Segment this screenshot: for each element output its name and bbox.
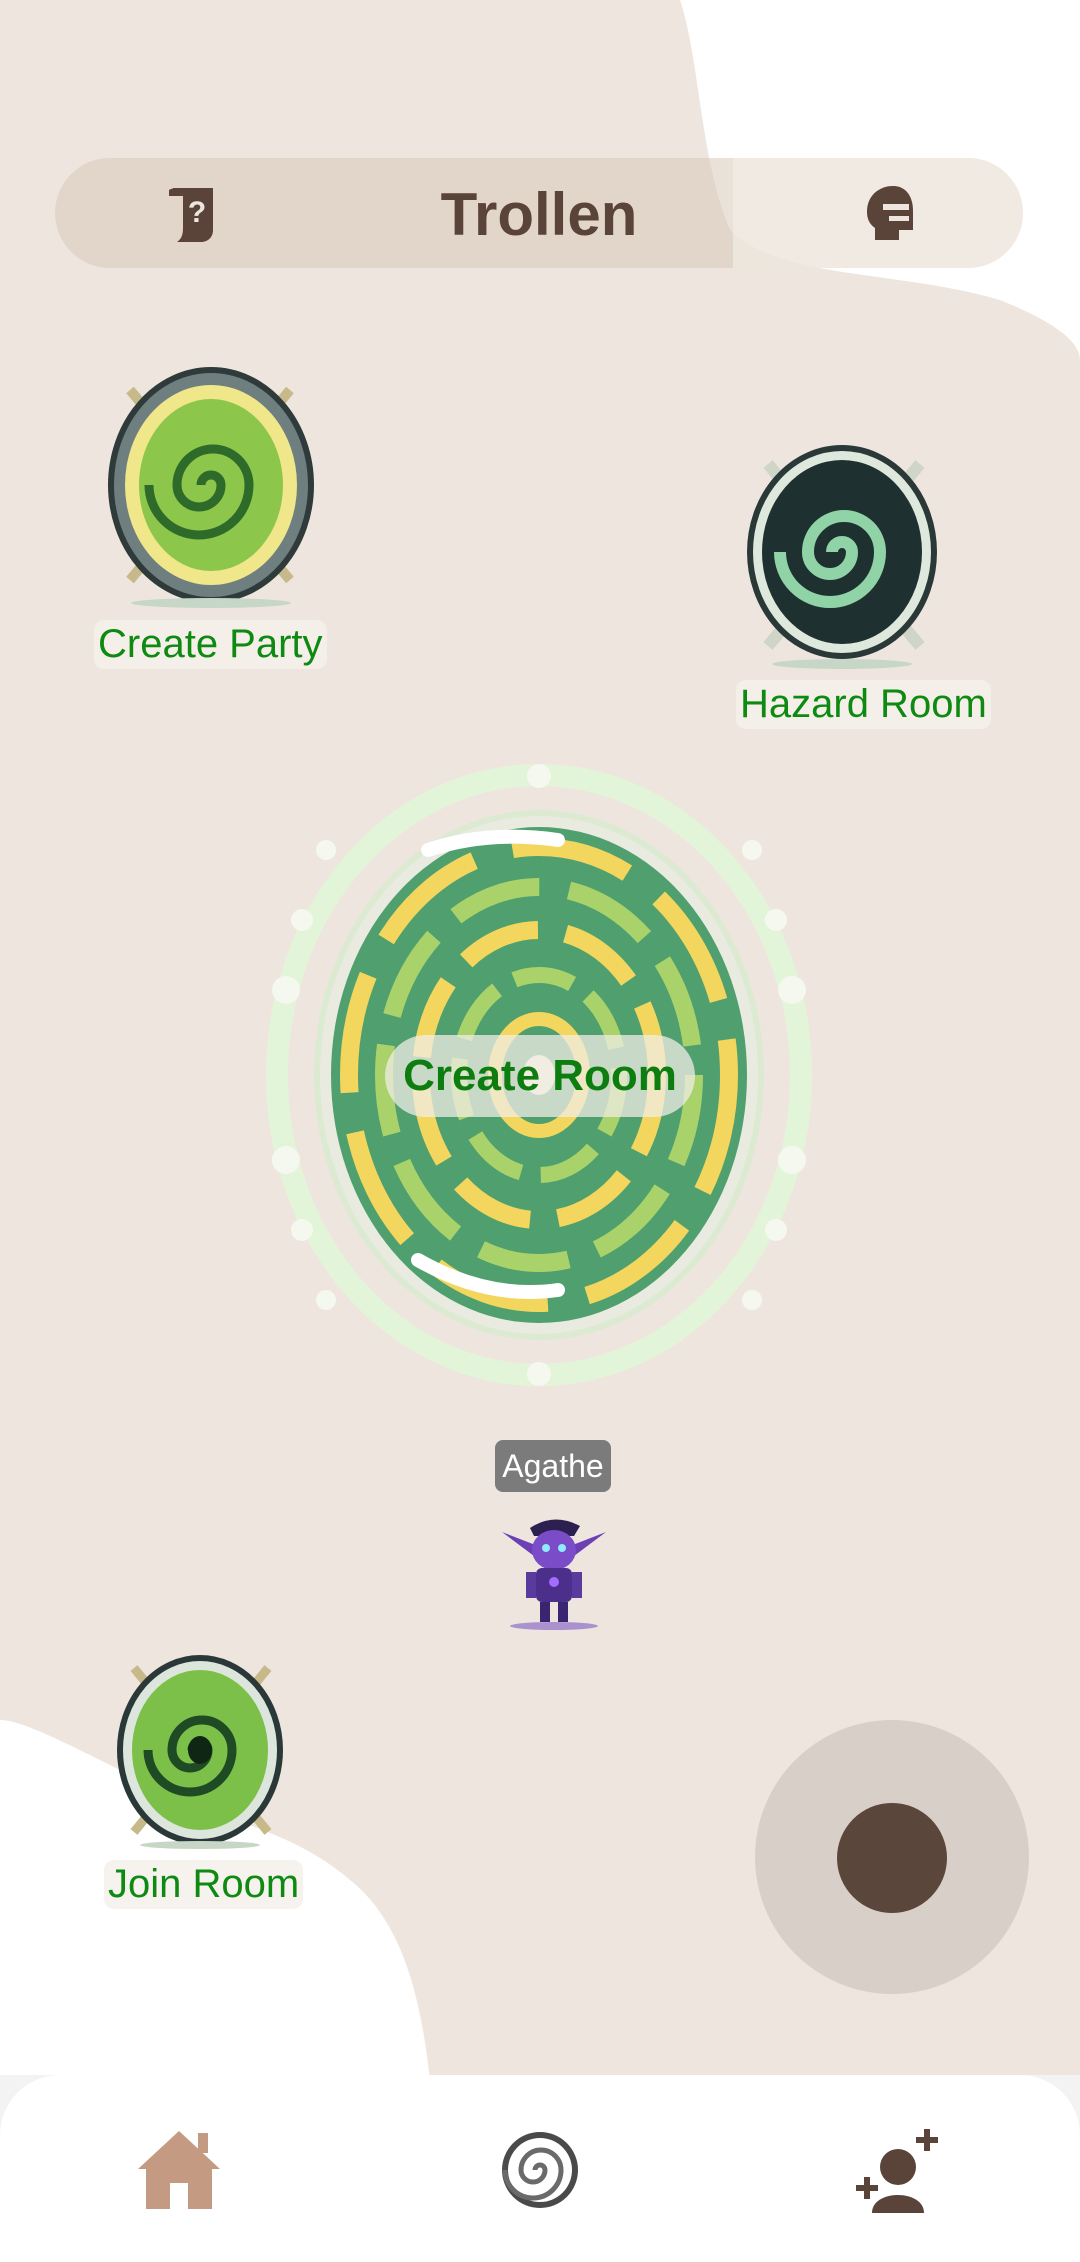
create-room-label[interactable]: Create Room — [385, 1035, 695, 1117]
create-party-label[interactable]: Create Party — [94, 620, 327, 669]
home-icon[interactable] — [134, 2125, 224, 2215]
hazard-room-portal[interactable] — [740, 440, 944, 670]
game-screen: ? Trollen Create Party Hazard Room Creat… — [0, 0, 1080, 2262]
purple-goblin-sprite — [502, 1519, 606, 1630]
hazard-room-label[interactable]: Hazard Room — [736, 680, 991, 729]
portal-swirl-icon[interactable] — [495, 2125, 585, 2215]
joystick-knob[interactable] — [837, 1803, 947, 1913]
join-room-label[interactable]: Join Room — [104, 1860, 304, 1909]
join-room-portal[interactable] — [110, 1650, 290, 1850]
header-bar: ? Trollen — [55, 158, 1023, 268]
create-party-portal[interactable] — [100, 360, 322, 610]
player-name-tag: Agathe — [495, 1440, 611, 1492]
add-friend-icon[interactable] — [852, 2125, 942, 2215]
knight-helmet-icon[interactable] — [855, 182, 919, 246]
